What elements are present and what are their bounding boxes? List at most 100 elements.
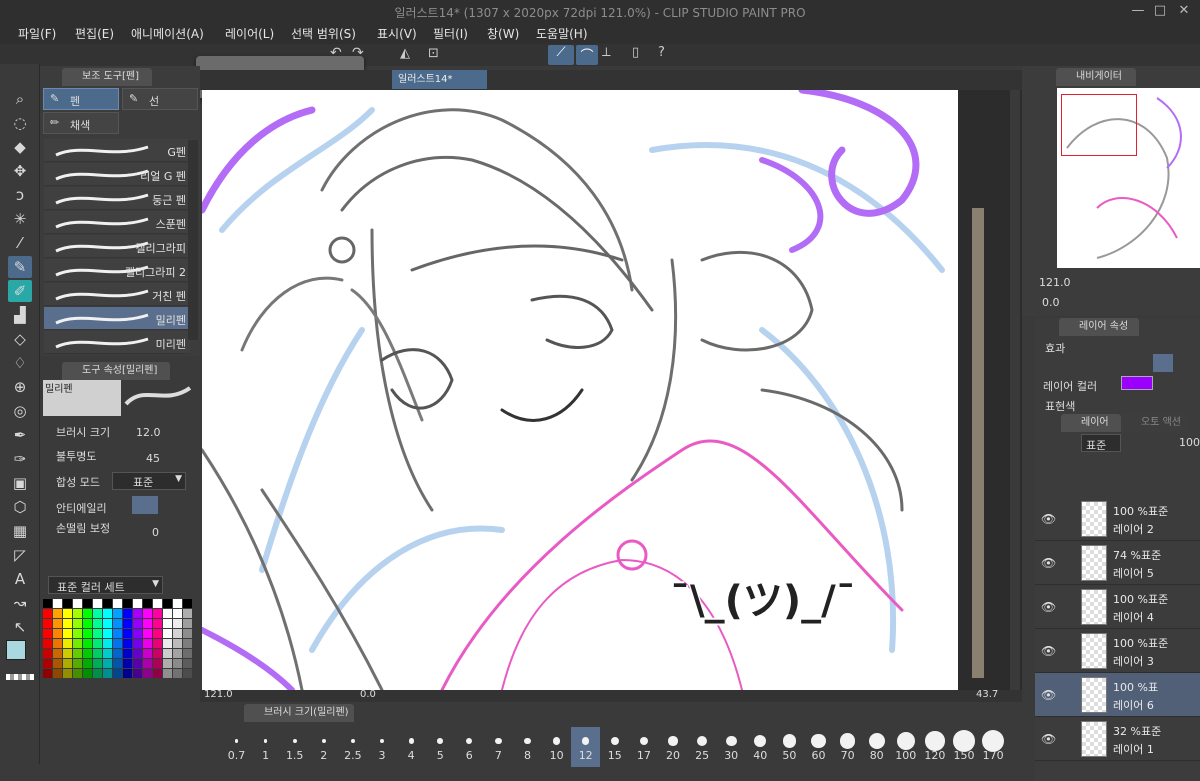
brush-size-option[interactable]: 12: [571, 727, 601, 767]
color-swatch[interactable]: [43, 669, 52, 678]
brush-size-option[interactable]: 6: [455, 727, 484, 767]
color-swatch[interactable]: [183, 649, 192, 658]
color-swatch[interactable]: [113, 669, 122, 678]
brush-size-option[interactable]: 25: [688, 727, 717, 767]
color-swatch[interactable]: [113, 639, 122, 648]
color-swatch[interactable]: [103, 599, 112, 608]
color-swatch[interactable]: [43, 639, 52, 648]
brush-size-option[interactable]: 0.7: [222, 727, 251, 767]
zoom-tool-icon[interactable]: ⌕: [8, 88, 32, 110]
magic-wand-icon[interactable]: ✳: [8, 208, 32, 230]
menu-edit[interactable]: 편집(E): [75, 25, 114, 42]
color-swatch[interactable]: [53, 649, 62, 658]
auto-action-tab[interactable]: 오토 액션: [1121, 414, 1189, 432]
navigator-angle[interactable]: 0.0: [1042, 296, 1060, 309]
opacity-value[interactable]: 45: [146, 452, 160, 465]
color-swatch[interactable]: [73, 659, 82, 668]
brush-item[interactable]: 캘리그라피: [44, 235, 190, 258]
brush-size-option[interactable]: 80: [862, 727, 891, 767]
lasso-icon[interactable]: ↄ: [8, 184, 32, 206]
color-swatch[interactable]: [43, 599, 52, 608]
minimize-button[interactable]: —: [1130, 3, 1146, 19]
color-swatch[interactable]: [153, 609, 162, 618]
color-swatch[interactable]: [83, 659, 92, 668]
brush-size-option[interactable]: 4: [397, 727, 426, 767]
transparent-color-swatch[interactable]: [6, 674, 34, 680]
color-swatch[interactable]: [173, 619, 182, 628]
color-swatch[interactable]: [163, 669, 172, 678]
brush-size-option[interactable]: 1.5: [280, 727, 309, 767]
frame-icon[interactable]: ▦: [8, 520, 32, 542]
color-swatch[interactable]: [173, 609, 182, 618]
eyedropper-icon[interactable]: ⁄: [8, 232, 32, 254]
color-swatch[interactable]: [123, 619, 132, 628]
color-swatch[interactable]: [73, 629, 82, 638]
color-swatch[interactable]: [123, 649, 132, 658]
color-swatch[interactable]: [83, 669, 92, 678]
color-swatch[interactable]: [83, 629, 92, 638]
menu-filter[interactable]: 필터(I): [433, 25, 468, 42]
brush-size-option[interactable]: 8: [513, 727, 542, 767]
color-swatch[interactable]: [43, 619, 52, 628]
stabilize-value[interactable]: 0: [152, 526, 159, 539]
navigator-tab[interactable]: 내비게이터: [1056, 68, 1136, 86]
color-swatch[interactable]: [53, 639, 62, 648]
color-swatch[interactable]: [93, 669, 102, 678]
color-swatch[interactable]: [103, 649, 112, 658]
color-swatch[interactable]: [163, 629, 172, 638]
layer-blend-select[interactable]: 표준: [1081, 434, 1121, 452]
brush-size-option[interactable]: 50: [775, 727, 804, 767]
color-swatch[interactable]: [173, 629, 182, 638]
menu-view[interactable]: 표시(V): [377, 25, 417, 42]
color-swatch[interactable]: [103, 639, 112, 648]
object-tool-icon[interactable]: ◆: [8, 136, 32, 158]
snap-ruler-icon[interactable]: ⟋: [548, 45, 574, 65]
color-swatch[interactable]: [173, 639, 182, 648]
color-swatch[interactable]: [53, 619, 62, 628]
color-swatch[interactable]: [53, 659, 62, 668]
color-swatch[interactable]: [83, 649, 92, 658]
color-swatch[interactable]: [163, 609, 172, 618]
fill-icon[interactable]: ◭: [400, 46, 410, 61]
color-swatch[interactable]: [63, 649, 72, 658]
color-swatch[interactable]: [63, 639, 72, 648]
brush-item[interactable]: 캘리그라피 2: [44, 259, 190, 282]
group-pen[interactable]: ✎ 펜: [43, 88, 119, 110]
color-swatch[interactable]: [153, 639, 162, 648]
zoom-value[interactable]: 121.0: [204, 689, 233, 700]
color-swatch[interactable]: [163, 639, 172, 648]
color-swatch[interactable]: [153, 669, 162, 678]
color-swatch[interactable]: [113, 609, 122, 618]
brush-size-option[interactable]: 120: [920, 727, 949, 767]
brush-size-option[interactable]: 1: [251, 727, 280, 767]
layer-row[interactable]: 👁 74 %표준 레이어 5: [1035, 541, 1200, 585]
main-color-swatch[interactable]: [6, 640, 26, 660]
document-tab[interactable]: 일러스트14*: [392, 70, 487, 89]
brush-size-option[interactable]: 40: [746, 727, 775, 767]
fill-tool-icon[interactable]: ⊕: [8, 376, 32, 398]
color-swatch[interactable]: [183, 669, 192, 678]
close-button[interactable]: ✕: [1176, 3, 1192, 19]
move-view-icon[interactable]: ◌: [8, 112, 32, 134]
color-swatch[interactable]: [113, 659, 122, 668]
help-icon[interactable]: ?: [658, 45, 665, 60]
color-swatch[interactable]: [63, 599, 72, 608]
color-swatch[interactable]: [73, 599, 82, 608]
color-swatch[interactable]: [73, 649, 82, 658]
brush-size-option[interactable]: 17: [629, 727, 658, 767]
brush-item[interactable]: 스푼펜: [44, 211, 190, 234]
blend-tool-icon[interactable]: ♢: [8, 352, 32, 374]
layer-opacity-value[interactable]: 100: [1179, 436, 1200, 449]
layer-tab[interactable]: 레이어: [1061, 414, 1121, 432]
color-swatch[interactable]: [183, 619, 192, 628]
brush-size-option[interactable]: 70: [833, 727, 862, 767]
correct-line-icon[interactable]: ↝: [8, 592, 32, 614]
menu-help[interactable]: 도움말(H): [536, 25, 588, 42]
color-swatch[interactable]: [123, 609, 132, 618]
color-swatch[interactable]: [63, 609, 72, 618]
menu-selection[interactable]: 선택 범위(S): [291, 25, 356, 42]
color-swatch[interactable]: [113, 649, 122, 658]
color-swatch[interactable]: [93, 629, 102, 638]
navigator-preview[interactable]: [1057, 88, 1200, 268]
color-swatch[interactable]: [103, 669, 112, 678]
